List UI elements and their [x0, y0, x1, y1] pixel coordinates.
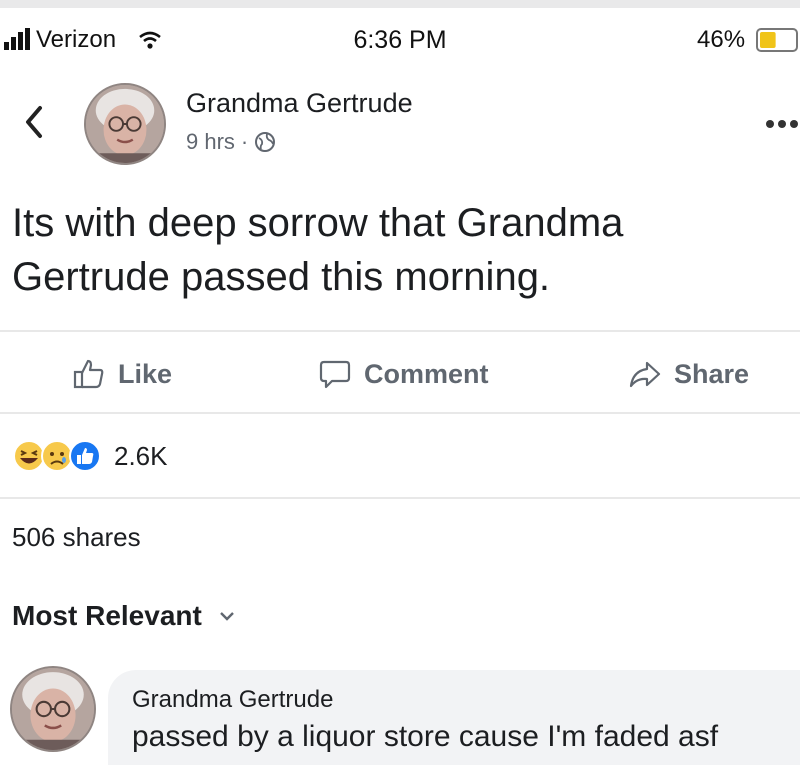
comment-label: Comment: [364, 358, 489, 389]
comment-text: passed by a liquor store cause I'm faded…: [132, 720, 719, 753]
back-icon[interactable]: [22, 104, 46, 140]
like-reaction-icon: [69, 440, 101, 472]
post-time[interactable]: 9 hrs: [186, 129, 235, 155]
post-text: Its with deep sorrow that Grandma Gertru…: [12, 201, 624, 299]
comment-author[interactable]: Grandma Gertrude: [132, 686, 333, 714]
more-options-icon[interactable]: [764, 118, 800, 130]
battery-icon: [756, 28, 798, 52]
reaction-count: 2.6K: [114, 440, 168, 471]
battery-percent: 46%: [697, 26, 746, 53]
like-label: Like: [118, 358, 173, 389]
share-button[interactable]: Share: [628, 352, 749, 396]
top-edge: [0, 0, 800, 8]
status-time: 6:36 PM: [353, 26, 447, 54]
like-button[interactable]: Like: [72, 352, 172, 396]
grandma-face-icon: [86, 85, 164, 163]
grandma-face-icon: [12, 668, 94, 750]
share-icon: [629, 361, 661, 388]
post-meta: 9 hrs ·: [186, 129, 276, 155]
sort-label: Most Relevant: [12, 600, 202, 631]
globe-icon: [255, 132, 276, 152]
post-author[interactable]: Grandma Gertrude: [186, 88, 413, 119]
divider: [0, 412, 800, 414]
divider: [0, 330, 800, 332]
comment-icon: [319, 360, 351, 389]
chevron-down-icon: [219, 612, 234, 621]
divider: [0, 497, 800, 499]
status-bar: Verizon 6:36 PM 46%: [0, 18, 800, 62]
comment-sort-dropdown[interactable]: Most Relevant: [12, 600, 236, 632]
share-label: Share: [674, 358, 750, 389]
shares-count[interactable]: 506 shares: [12, 522, 141, 553]
meta-separator: ·: [240, 129, 249, 154]
commenter-avatar[interactable]: [10, 666, 96, 752]
reactions-summary[interactable]: 2.6K: [12, 436, 168, 476]
thumbs-up-icon: [73, 359, 104, 389]
author-avatar[interactable]: [84, 83, 166, 165]
comment-button[interactable]: Comment: [318, 352, 489, 396]
